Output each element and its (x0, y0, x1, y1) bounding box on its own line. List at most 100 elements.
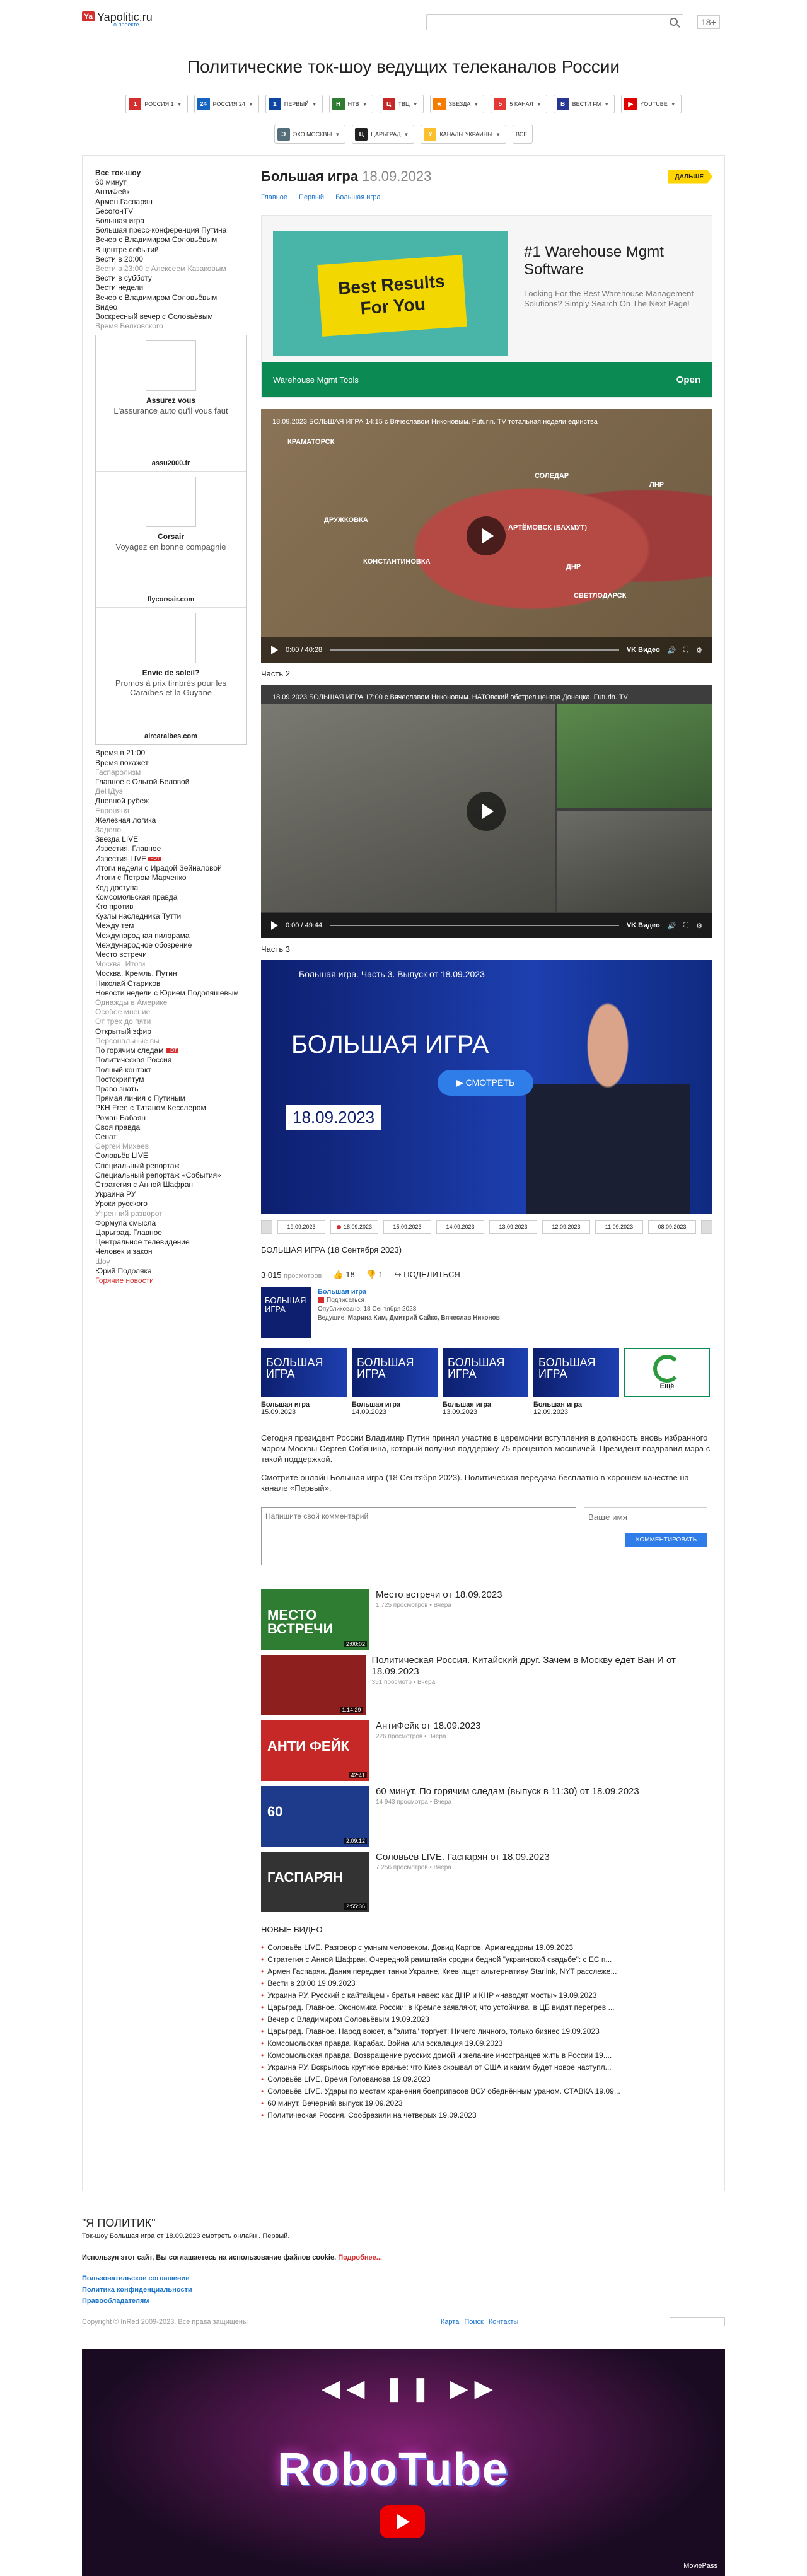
date-tab[interactable]: 11.09.2023 (595, 1220, 643, 1234)
name-input[interactable] (584, 1507, 707, 1526)
contacts-link[interactable]: Контакты (489, 2318, 519, 2326)
news-item[interactable]: Политическая Россия. Сообразили на четве… (261, 2109, 712, 2121)
play-icon[interactable] (467, 792, 506, 831)
sidebar-item[interactable]: Москва. Итоги (95, 960, 247, 969)
news-item[interactable]: Соловьёв LIVE. Разговор с умным человеко… (261, 1942, 712, 1954)
sidebar-item[interactable]: Формула смысла (95, 1219, 247, 1228)
sidebar-item[interactable]: Специальный репортаж «События» (95, 1171, 247, 1180)
sidebar-item[interactable]: Роман Бабаян (95, 1113, 247, 1123)
sidebar-item[interactable]: Специальный репортаж (95, 1161, 247, 1171)
sidebar-item[interactable]: Уроки русского (95, 1199, 247, 1209)
episode-thumb[interactable]: БОЛЬШАЯ ИГРА Большая игра 14.09.2023 (352, 1348, 438, 1416)
more-button[interactable]: Ещё (624, 1348, 710, 1397)
sidebar-item[interactable]: Полный контакт (95, 1065, 247, 1075)
search-icon[interactable] (670, 18, 678, 26)
sidebar-item[interactable]: Дневной рубеж (95, 796, 247, 806)
search-input[interactable] (427, 15, 660, 30)
sidebar-ad[interactable]: Assurez vous L'assurance auto qu'il vous … (96, 340, 246, 472)
related-title[interactable]: 60 минут. По горячим следам (выпуск в 11… (376, 1786, 639, 1797)
related-video[interactable]: МЕСТО ВСТРЕЧИ 2:00:02 Место встречи от 18.… (261, 1589, 712, 1650)
sidebar-item[interactable]: Известия LIVE HOT (95, 854, 247, 864)
sidebar-item[interactable]: Итоги с Петром Марченко (95, 873, 247, 883)
sidebar-item[interactable]: Вечер с Владимиром Соловьёвым (95, 235, 247, 245)
sidebar-item[interactable]: Москва. Кремль. Путин (95, 969, 247, 978)
related-video[interactable]: 1:14:29 Политическая Россия. Китайский др… (261, 1655, 712, 1715)
sidebar-item[interactable]: Задело (95, 825, 247, 835)
related-video[interactable]: АНТИ ФЕЙК 42:41 АнтиФейк от 18.09.2023 226 … (261, 1720, 712, 1781)
episode-thumb[interactable]: БОЛЬШАЯ ИГРА Большая игра 12.09.2023 (533, 1348, 619, 1416)
sidebar-item[interactable]: Постскриптум (95, 1075, 247, 1084)
vk-video-logo[interactable]: VK Видео (627, 646, 660, 654)
news-item[interactable]: Соловьёв LIVE. Время Голованова 19.09.20… (261, 2074, 712, 2086)
sidebar-item[interactable]: Стратегия с Анной Шафран (95, 1180, 247, 1190)
site-logo[interactable]: Ya Yapolitic.ru о проекте (82, 11, 153, 28)
channel-button[interactable]: 24 РОССИЯ 24 ▼ (194, 95, 259, 113)
sidebar-all-shows[interactable]: Все ток-шоу (95, 168, 247, 178)
next-button[interactable]: ДАЛЬШЕ (667, 169, 712, 184)
date-tab[interactable]: 13.09.2023 (489, 1220, 537, 1234)
news-item[interactable]: Царьград. Главное. Народ воюет, а "элита… (261, 2026, 712, 2038)
sidebar-hot-news[interactable]: Горячие новости (95, 1276, 247, 1285)
sidebar-item[interactable]: В центре событий (95, 245, 247, 255)
like-button[interactable]: 👍 18 (333, 1270, 354, 1280)
sidebar-item[interactable]: Открытый эфир (95, 1027, 247, 1036)
sidebar-item[interactable]: Комсомольская правда (95, 893, 247, 902)
chevron-right-icon[interactable] (701, 1220, 712, 1234)
settings-icon[interactable]: ⚙ (696, 922, 702, 930)
episode-thumb[interactable]: БОЛЬШАЯ ИГРА Большая игра 13.09.2023 (443, 1348, 528, 1416)
sidebar-item[interactable]: Кузлы наследника Тутти (95, 912, 247, 921)
ad-cta-bar[interactable]: Warehouse Mgmt Tools Open (262, 362, 712, 397)
play-control-icon[interactable] (271, 921, 278, 930)
sidebar-item[interactable]: Железная логика (95, 816, 247, 825)
ad-open-button[interactable]: Open (676, 374, 700, 385)
sidebar-item[interactable]: Звезда LIVE (95, 835, 247, 844)
sidebar-item[interactable]: Евроняня (95, 806, 247, 816)
news-item[interactable]: Соловьёв LIVE. Удары по местам хранения … (261, 2086, 712, 2097)
share-button[interactable]: ↪ ПОДЕЛИТЬСЯ (395, 1270, 460, 1280)
sidebar-item[interactable]: Право знать (95, 1084, 247, 1094)
news-item[interactable]: Армен Гаспарян. Дания передает танки Укр… (261, 1966, 712, 1978)
dislike-button[interactable]: 👎 1 (366, 1270, 383, 1280)
sidebar-item[interactable]: Вести в 23:00 с Алексеем Казаковым (95, 264, 247, 274)
sidebar-item[interactable]: По горячим следам HOT (95, 1046, 247, 1055)
sidebar-item[interactable]: Утренний разворот (95, 1209, 247, 1219)
channel-button[interactable]: Н НТВ ▼ (328, 95, 373, 113)
sidebar-item[interactable]: Вести в субботу (95, 274, 247, 283)
channel-logo[interactable]: БОЛЬШАЯ ИГРА (261, 1287, 311, 1338)
chevron-left-icon[interactable] (261, 1220, 272, 1234)
sidebar-item[interactable]: Большая пресс-конференция Путина (95, 226, 247, 235)
sidebar-item[interactable]: От трех до пяти (95, 1017, 247, 1026)
sidebar-ad[interactable]: Envie de soleil? Promos à prix timbrés po… (96, 613, 246, 744)
sidebar-item[interactable]: Видео (95, 303, 247, 312)
search-link[interactable]: Поиск (464, 2318, 483, 2326)
volume-icon[interactable]: 🔊 (668, 922, 676, 930)
promo-video[interactable]: ◀◀ ❚❚ ▶▶ RoboTube MoviePass (82, 2349, 725, 2576)
sitemap-link[interactable]: Карта (441, 2318, 459, 2326)
sidebar-item[interactable]: Итоги недели с Ирадой Зейналовой (95, 864, 247, 873)
channel-button[interactable]: Э ЭХО МОСКВЫ ▼ (274, 125, 346, 144)
ad-banner[interactable]: Best Results For You #1 Warehouse Mgmt S… (261, 215, 712, 398)
sidebar-item[interactable]: Однажды в Америке (95, 998, 247, 1007)
sidebar-item[interactable]: Большая игра (95, 216, 247, 226)
sidebar-item[interactable]: Время Белковского (95, 322, 247, 331)
sidebar-item[interactable]: Место встречи (95, 950, 247, 960)
channel-button[interactable]: 55 КАНАЛ ▼ (491, 95, 547, 113)
sidebar-item[interactable]: Юрий Подоляка (95, 1267, 247, 1276)
sidebar-item[interactable]: Главное с Ольгой Беловой (95, 777, 247, 787)
sidebar-item[interactable]: Шоу (95, 1257, 247, 1267)
progress-bar[interactable] (330, 649, 619, 651)
channel-button[interactable]: У КАНАЛЫ УКРАИНЫ ▼ (421, 125, 506, 144)
watch-button[interactable]: ▶ СМОТРЕТЬ (438, 1070, 534, 1096)
related-title[interactable]: АнтиФейк от 18.09.2023 (376, 1720, 481, 1732)
breadcrumb-home[interactable]: Главное (261, 194, 287, 201)
channel-button[interactable]: Ц ЦАРЬГРАД ▼ (352, 125, 415, 144)
youtube-play-icon[interactable] (380, 2505, 425, 2538)
sidebar-item[interactable]: Международная пилорама (95, 931, 247, 941)
related-video[interactable]: 60 2:09:12 60 минут. По горячим следам (вы… (261, 1786, 712, 1847)
fullscreen-icon[interactable]: ⛶ (683, 646, 688, 654)
sidebar-item[interactable]: Международное обозрение (95, 941, 247, 950)
volume-icon[interactable]: 🔊 (668, 646, 676, 654)
sidebar-item[interactable]: Особое мнение (95, 1007, 247, 1017)
vk-video-logo[interactable]: VK Видео (627, 922, 660, 929)
sidebar-item[interactable]: Кто против (95, 902, 247, 912)
